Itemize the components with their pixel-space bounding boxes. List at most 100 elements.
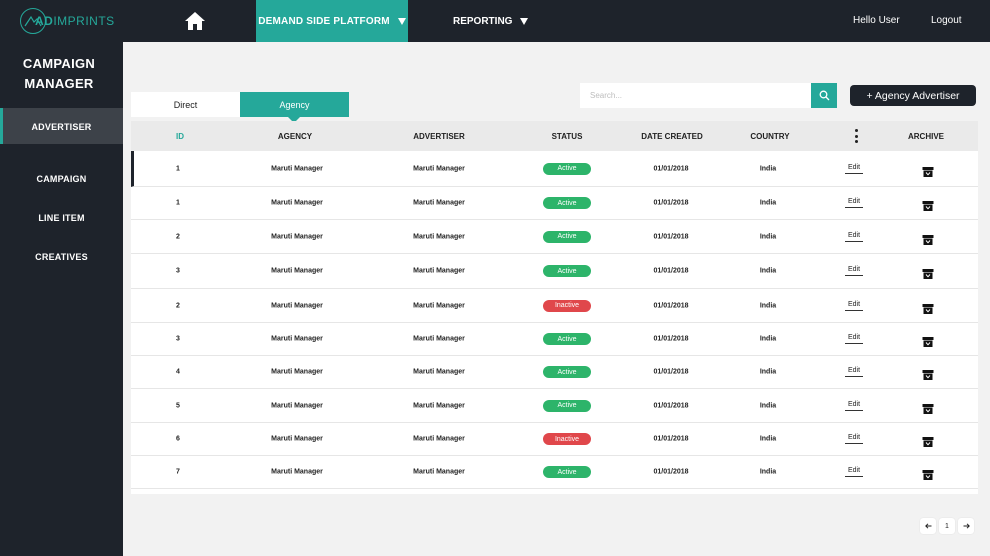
table-row[interactable]: 3 Maruti Manager Maruti Manager Active 01/01… [131, 323, 978, 356]
cell-id: 5 [176, 402, 180, 409]
table-row[interactable]: 1 Maruti Manager Maruti Manager Active 01/01… [131, 187, 978, 220]
search-button[interactable] [811, 83, 837, 108]
sidebar-item-advertiser[interactable]: ADVERTISER [0, 122, 123, 132]
chevron-down-icon [397, 17, 406, 25]
status-badge: Active [543, 466, 591, 478]
table-row[interactable]: 3 Maruti Manager Maruti Manager Active 01/01… [131, 254, 978, 289]
table-row[interactable]: 1 Maruti Manager Maruti Manager Active 01/01… [131, 151, 978, 187]
table-row[interactable]: 6 Maruti Manager Maruti Manager Inactive 01/… [131, 423, 978, 456]
cell-id: 3 [176, 335, 180, 343]
sidebar-item-line-item[interactable]: LINE ITEM [0, 213, 123, 223]
next-page-button[interactable] [958, 518, 974, 534]
home-icon[interactable] [183, 10, 207, 32]
cell-agency: Maruti Manager [271, 368, 323, 376]
nav-demand-side-platform[interactable]: DEMAND SIDE PLATFORM [256, 0, 408, 42]
column-header-agency[interactable]: AGENCY [278, 132, 312, 141]
sidebar-item-creatives[interactable]: CREATIVES [0, 252, 123, 262]
table-row[interactable]: 4 Maruti Manager Maruti Manager Active 01/01… [131, 356, 978, 389]
edit-link[interactable]: Edit [845, 401, 863, 411]
cell-id: 2 [176, 302, 180, 309]
cell-id: 3 [176, 267, 180, 275]
cell-advertiser: Maruti Manager [413, 199, 465, 207]
cell-advertiser: Maruti Manager [413, 402, 465, 409]
cell-agency: Maruti Manager [271, 267, 323, 275]
cell-advertiser: Maruti Manager [413, 368, 465, 376]
sidebar-title: CAMPAIGN MANAGER [22, 56, 96, 91]
archive-icon[interactable] [922, 164, 934, 177]
adimprints-logo[interactable]: ADIMPRINTS [20, 8, 114, 34]
tab-agency[interactable]: Agency [240, 92, 349, 123]
cell-advertiser: Maruti Manager [413, 165, 465, 172]
logout-link[interactable]: Logout [931, 15, 962, 26]
edit-link[interactable]: Edit [845, 467, 863, 477]
cell-country: India [759, 165, 777, 172]
status-badge: Active [543, 265, 591, 277]
arrow-left-icon [924, 523, 931, 529]
cell-id: 6 [176, 435, 180, 443]
cell-country: India [759, 402, 777, 409]
column-header-archive[interactable]: ARCHIVE [908, 132, 944, 141]
user-greeting[interactable]: Hello User [853, 15, 900, 26]
archive-icon[interactable] [922, 198, 934, 211]
cell-country: India [759, 468, 777, 476]
sidebar-item-campaign[interactable]: CAMPAIGN [0, 174, 123, 184]
cell-date-created: 01/01/2018 [653, 335, 689, 343]
archive-icon[interactable] [922, 334, 934, 347]
cell-date-created: 01/01/2018 [653, 468, 689, 476]
edit-link[interactable]: Edit [845, 164, 863, 174]
cell-date-created: 01/01/2018 [653, 302, 689, 309]
column-header-country[interactable]: COUNTRY [750, 132, 789, 141]
cell-country: India [759, 302, 777, 309]
cell-date-created: 01/01/2018 [653, 435, 689, 443]
column-header-advertiser[interactable]: ADVERTISER [413, 132, 465, 141]
column-header-date-created[interactable]: DATE CREATED [641, 132, 702, 141]
cell-date-created: 01/01/2018 [653, 165, 689, 172]
table-row[interactable]: 2 Maruti Manager Maruti Manager Active 01/01… [131, 220, 978, 254]
cell-agency: Maruti Manager [271, 335, 323, 343]
edit-link[interactable]: Edit [845, 232, 863, 242]
cell-date-created: 01/01/2018 [653, 402, 689, 409]
cell-country: India [759, 233, 777, 240]
archive-icon[interactable] [922, 232, 934, 245]
edit-link[interactable]: Edit [845, 301, 863, 311]
edit-link[interactable]: Edit [845, 198, 863, 208]
add-agency-advertiser-button[interactable]: + Agency Advertiser [850, 85, 976, 106]
page-number[interactable]: 1 [939, 518, 955, 534]
cell-advertiser: Maruti Manager [413, 468, 465, 476]
cell-advertiser: Maruti Manager [413, 335, 465, 343]
nav-reporting-label: REPORTING [453, 15, 513, 27]
cell-agency: Maruti Manager [271, 165, 323, 172]
status-badge: Active [543, 162, 591, 175]
status-badge: Active [543, 399, 591, 412]
column-header-id[interactable]: ID [176, 132, 184, 141]
archive-icon[interactable] [922, 301, 934, 314]
advertiser-table: ID AGENCY ADVERTISER STATUS DATE CREATED… [131, 121, 978, 494]
table-row[interactable]: 2 Maruti Manager Maruti Manager Inactive 01/… [131, 289, 978, 323]
table-row[interactable]: 5 Maruti Manager Maruti Manager Active 01/01… [131, 389, 978, 423]
archive-icon[interactable] [922, 467, 934, 480]
table-row[interactable]: 7 Maruti Manager Maruti Manager Active 01/01… [131, 456, 978, 489]
cell-advertiser: Maruti Manager [413, 435, 465, 443]
column-options-icon[interactable] [855, 129, 859, 144]
status-badge: Inactive [543, 433, 591, 445]
cell-agency: Maruti Manager [271, 468, 323, 476]
search-input[interactable] [580, 83, 811, 108]
archive-icon[interactable] [922, 434, 934, 447]
cell-agency: Maruti Manager [271, 199, 323, 207]
archive-icon[interactable] [922, 401, 934, 414]
cell-date-created: 01/01/2018 [653, 368, 689, 376]
top-navbar: ADIMPRINTS DEMAND SIDE PLATFORM REPORTIN… [0, 0, 990, 42]
edit-link[interactable]: Edit [845, 434, 863, 444]
edit-link[interactable]: Edit [845, 367, 863, 377]
edit-link[interactable]: Edit [845, 334, 863, 344]
tab-direct[interactable]: Direct [131, 92, 240, 117]
archive-icon[interactable] [922, 367, 934, 380]
column-header-status[interactable]: STATUS [552, 132, 583, 141]
edit-link[interactable]: Edit [845, 266, 863, 276]
sidebar: CAMPAIGN MANAGER ADVERTISER CAMPAIGN LIN… [0, 42, 123, 556]
cell-id: 1 [176, 165, 180, 172]
cell-agency: Maruti Manager [271, 402, 323, 409]
prev-page-button[interactable] [920, 518, 936, 534]
nav-reporting[interactable]: REPORTING [453, 0, 529, 42]
archive-icon[interactable] [922, 266, 934, 279]
